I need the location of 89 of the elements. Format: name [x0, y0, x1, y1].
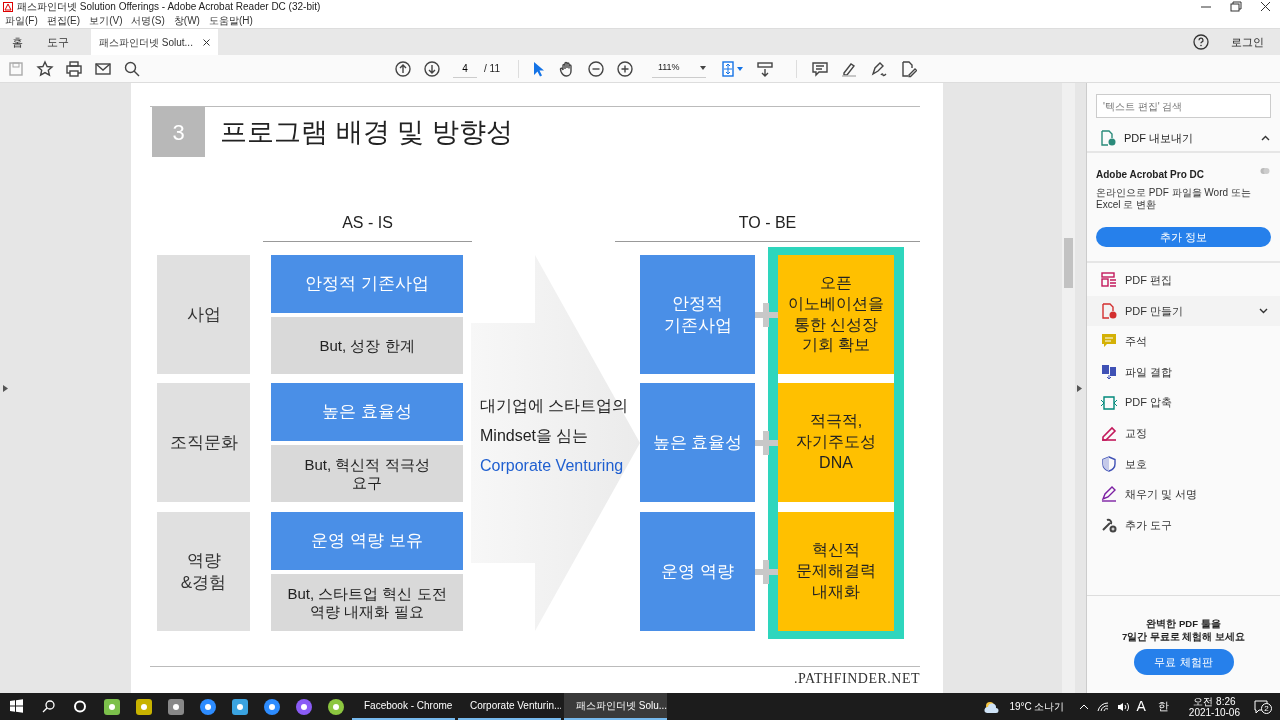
column-heading: AS - IS [263, 211, 472, 242]
clock-time[interactable]: 오전 8:26 [1188, 695, 1240, 707]
ime-indicator[interactable]: 한 [1157, 698, 1169, 715]
tab[interactable]: 패스파인더넷 Solut... [91, 29, 218, 55]
zoom-dropdown[interactable]: 111% [651, 59, 706, 78]
tool-item[interactable]: 보호 [1087, 448, 1280, 480]
menu-item[interactable]: 도움말(H) [208, 13, 253, 28]
connector-icon [755, 430, 778, 455]
tool-icon [1101, 394, 1117, 411]
chevron-icon[interactable] [1259, 307, 1268, 314]
tab[interactable]: 도구 [35, 29, 81, 55]
promo-description: 온라인으로 PDF 파일을 Word 또는 Excel 로 변환 [1096, 187, 1252, 211]
search-field[interactable]: '텍스트 편집' 검색 [1096, 94, 1271, 118]
tool-icon [1101, 333, 1117, 350]
slogan-line: Corporate Venturing [480, 456, 624, 476]
clock-date[interactable]: 2021-10-06 [1188, 706, 1240, 718]
limitation-box: But, 성장 한계 [271, 317, 463, 374]
tool-item[interactable]: 교정 [1087, 417, 1280, 449]
row-label: 사업 [157, 255, 250, 374]
menu-item[interactable]: 보기(V) [89, 13, 123, 28]
login-link[interactable]: 로그인 [1231, 33, 1264, 51]
goal-box: 혁신적 문제해결력 내재화 [778, 512, 894, 631]
tool-item[interactable]: 추가 도구 [1087, 509, 1280, 541]
slide-title: 프로그램 배경 및 방향성 [220, 115, 513, 149]
as-is-box: 높은 효율성 [271, 383, 463, 441]
link-icon [1260, 167, 1270, 175]
tool-icon [1101, 364, 1117, 381]
panel-toggle-icon[interactable] [1077, 385, 1082, 392]
notification-count: 2 [1261, 702, 1272, 714]
tool-item[interactable]: 파일 결합 [1087, 356, 1280, 388]
promo-title: Adobe Acrobat Pro DC [1096, 168, 1204, 182]
logo: .PATHFINDER.NET [794, 670, 920, 688]
row-label: 역량 &경험 [157, 512, 250, 631]
chevron-up-icon[interactable] [1078, 703, 1089, 710]
column-heading: TO - BE [615, 211, 920, 242]
slogan-line: 대기업에 스타트업의 [480, 396, 629, 416]
menu-item[interactable]: 서명(S) [131, 13, 165, 28]
taskbar-app[interactable]: 패스파인더넷 Solu... [564, 693, 667, 720]
more-info-button[interactable]: 추가 정보 [1096, 227, 1271, 247]
tool-icon [1101, 486, 1117, 503]
taskbar-app[interactable]: Corporate Venturin... [458, 693, 561, 720]
goal-box: 오픈 이노베이션을 통한 신성장 기회 확보 [778, 255, 894, 374]
export-row[interactable]: PDF 내보내기 [1087, 125, 1280, 153]
wifi-icon[interactable] [1096, 701, 1109, 712]
as-is-box: 안정적 기존사업 [271, 255, 463, 313]
menu-item[interactable]: 창(W) [173, 13, 200, 28]
goal-box: 적극적, 자기주도성 DNA [778, 383, 894, 502]
page-number-field[interactable]: 4 [453, 59, 477, 78]
tool-icon [1101, 455, 1117, 472]
caret-icon [736, 66, 743, 71]
to-be-box: 높은 효율성 [640, 383, 755, 502]
slogan-line: Mindset을 심는 [480, 426, 589, 446]
window-title: 패스파인더넷 Solution Offerings - Adobe Acrobat Reader DC (32-bit) [17, 0, 321, 13]
help-icon[interactable] [1193, 34, 1209, 50]
tool-item[interactable]: PDF 압축 [1087, 387, 1280, 418]
taskbar-app[interactable]: Facebook - Chrome [352, 693, 455, 720]
limitation-box: But, 스타트업 혁신 도전 역량 내재화 필요 [271, 574, 463, 631]
volume-icon[interactable] [1116, 701, 1129, 712]
caret-icon [699, 66, 706, 70]
menu-item[interactable]: 편집(E) [46, 13, 81, 28]
tool-item[interactable]: 주석 [1087, 326, 1280, 357]
tool-icon [1101, 517, 1117, 534]
tab[interactable]: 홈 [0, 29, 35, 55]
tool-icon [1101, 302, 1117, 319]
section-number: 3 [152, 107, 205, 157]
to-be-box: 안정적 기존사업 [640, 255, 755, 374]
tool-icon [1101, 272, 1117, 289]
menu-item[interactable]: 파일(F) [5, 13, 38, 28]
tool-item[interactable]: 채우기 및 서명 [1087, 479, 1280, 510]
connector-icon [755, 559, 778, 584]
scrollbar[interactable] [1062, 83, 1075, 693]
connector-icon [755, 302, 778, 327]
panel-toggle-icon[interactable] [3, 385, 8, 392]
limitation-box: But, 혁신적 적극성 요구 [271, 445, 463, 502]
trial-text: 완벽한 PDF 툴을 7일간 무료로 체험해 보세요 [1121, 617, 1246, 643]
weather-text: 19°C 소나기 [1009, 700, 1065, 714]
free-trial-button[interactable]: 무료 체험판 [1133, 649, 1234, 675]
close-icon[interactable] [202, 38, 210, 46]
acrobat-icon [3, 1, 13, 12]
chevron-icon[interactable] [1261, 135, 1270, 141]
as-is-box: 운영 역량 보유 [271, 512, 463, 570]
tool-item[interactable]: PDF 만들기 [1087, 295, 1280, 327]
export-pdf-icon [1100, 130, 1116, 146]
row-label: 조직문화 [157, 383, 250, 502]
tool-item[interactable]: PDF 편집 [1087, 265, 1280, 296]
to-be-box: 운영 역량 [640, 512, 755, 631]
tool-icon [1101, 425, 1117, 442]
page-total: / 11 [484, 62, 500, 76]
input-mode[interactable]: A [1136, 696, 1146, 717]
